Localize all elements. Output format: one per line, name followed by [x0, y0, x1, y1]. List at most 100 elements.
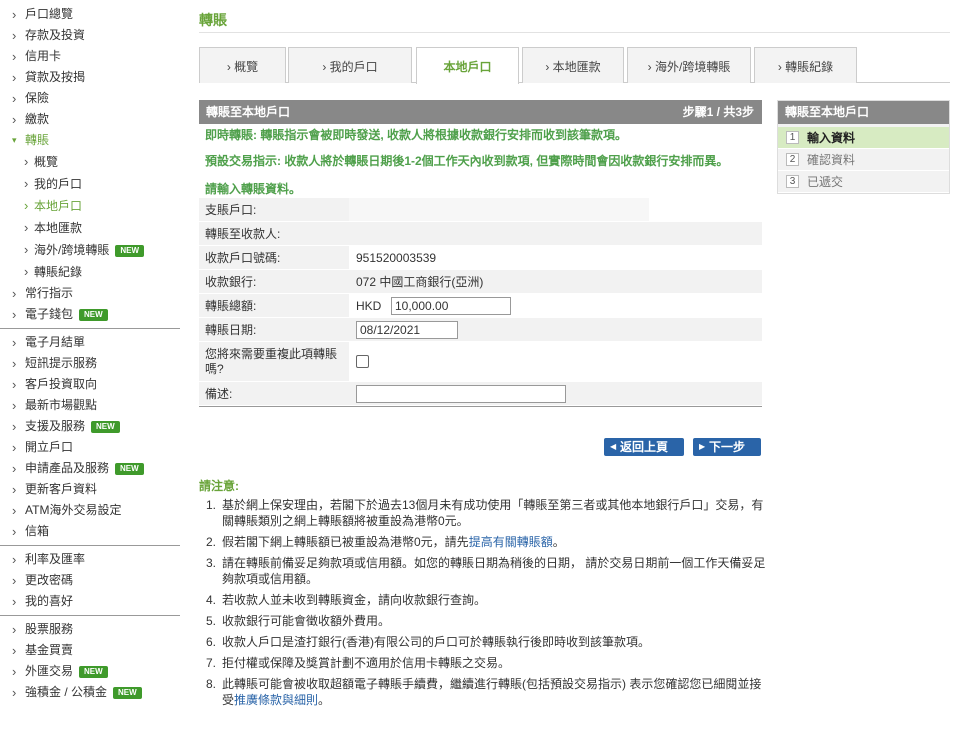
- step-number: 1: [786, 131, 799, 144]
- chevron-right-icon: ›: [12, 49, 17, 64]
- sidebar-item-label: 股票服務: [25, 622, 74, 636]
- sidebar-item[interactable]: › 存款及投資: [0, 25, 180, 46]
- currency-code: HKD: [356, 298, 382, 313]
- sidebar-item[interactable]: ▾ 轉賬: [0, 130, 180, 151]
- sidebar-item[interactable]: › 我的喜好: [0, 591, 180, 612]
- sidebar-item-label: 轉賬紀錄: [34, 265, 83, 279]
- memo-label: 備述:: [199, 382, 349, 405]
- tab-overview[interactable]: › 概覽: [199, 47, 286, 83]
- sidebar-item[interactable]: › 信箱: [0, 521, 180, 542]
- page-title: 轉賬: [199, 12, 227, 28]
- next-button-label: 下一步: [709, 440, 746, 454]
- from-account-row: 支賬戶口:: [199, 198, 762, 222]
- sidebar-subitem[interactable]: › 本地匯款: [0, 217, 180, 239]
- sidebar-item[interactable]: › 最新市場觀點: [0, 395, 180, 416]
- sidebar-item[interactable]: › 常行指示: [0, 283, 180, 304]
- new-badge: NEW: [91, 421, 120, 433]
- bank-value: 072 中國工商銀行(亞洲): [349, 270, 762, 293]
- tab-overseas-transfer[interactable]: › 海外/跨境轉賬: [627, 47, 751, 83]
- sidebar-item-label: 本地戶口: [34, 199, 83, 213]
- back-button[interactable]: ◀ 返回上頁: [604, 438, 684, 456]
- tab-my-accounts[interactable]: › 我的戶口: [288, 47, 412, 83]
- payee-label: 轉賬至收款人:: [199, 222, 349, 245]
- sidebar-item[interactable]: › 保險: [0, 88, 180, 109]
- bank-row: 收款銀行: 072 中國工商銀行(亞洲): [199, 270, 762, 294]
- sidebar-item[interactable]: › 貸款及按揭: [0, 67, 180, 88]
- enter-details-note: 請輸入轉賬資料。: [205, 182, 302, 196]
- sidebar-item[interactable]: › 更改密碼: [0, 570, 180, 591]
- memo-input[interactable]: [356, 384, 566, 403]
- sidebar-subitem[interactable]: › 轉賬紀錄: [0, 261, 180, 283]
- tab-local-remittance[interactable]: › 本地匯款: [522, 47, 624, 83]
- chevron-right-icon: ›: [12, 286, 17, 301]
- sidebar-item[interactable]: › 戶口總覽: [0, 4, 180, 25]
- sidebar-item[interactable]: › 支援及服務 NEW: [0, 416, 180, 437]
- sidebar-item[interactable]: › 強積金 / 公積金 NEW: [0, 682, 180, 703]
- sidebar-item[interactable]: › ATM海外交易設定: [0, 500, 180, 521]
- sidebar-group: › 利率及匯率 › 更改密碼 › 我的喜好: [0, 549, 180, 616]
- sidebar-subitem[interactable]: › 概覽: [0, 151, 180, 173]
- back-button-label: 返回上頁: [620, 440, 669, 454]
- step-number: 2: [786, 153, 799, 166]
- sidebar-item-label: 轉賬: [25, 133, 50, 147]
- repeat-value: [349, 342, 762, 381]
- repeat-checkbox[interactable]: [356, 355, 369, 368]
- sidebar-subitem[interactable]: › 本地戶口: [0, 195, 180, 217]
- sidebar-item[interactable]: › 股票服務: [0, 619, 180, 640]
- payee-value: [349, 222, 762, 245]
- sidebar-item[interactable]: › 信用卡: [0, 46, 180, 67]
- chevron-right-icon: ›: [12, 398, 17, 413]
- note-item: 8. 此轉賬可能會被收取超額電子轉賬手續費，繼續進行轉賬(包括預設交易指示) 表示…: [206, 677, 762, 707]
- sidebar-item[interactable]: › 基金買賣: [0, 640, 180, 661]
- tab-transfer-history[interactable]: › 轉賬紀錄: [754, 47, 857, 83]
- amount-input[interactable]: 10,000.00: [391, 296, 511, 315]
- next-button[interactable]: ▶ 下一步: [693, 438, 761, 456]
- sidebar-item-label: 電子錢包: [25, 307, 74, 321]
- amount-row: 轉賬總額: HKD 10,000.00: [199, 294, 762, 318]
- sidebar-item[interactable]: › 客戶投資取向: [0, 374, 180, 395]
- triangle-right-icon: ▶: [699, 442, 706, 451]
- sidebar-item[interactable]: › 更新客戶資料: [0, 479, 180, 500]
- step-label: 確認資料: [807, 152, 856, 167]
- tab-local-account[interactable]: 本地戶口: [416, 47, 519, 84]
- chevron-right-icon: ›: [12, 573, 17, 588]
- steps-panel: 轉賬至本地戶口 1 輸入資料 2 確認資料 3 已遞交: [777, 100, 950, 194]
- sidebar-subitem[interactable]: › 我的戶口: [0, 173, 180, 195]
- sidebar-item[interactable]: › 短訊提示服務: [0, 353, 180, 374]
- chevron-right-icon: ›: [12, 594, 17, 609]
- sidebar-item[interactable]: › 電子月結單: [0, 332, 180, 353]
- chevron-right-icon: ›: [24, 242, 29, 257]
- steps-panel-title: 轉賬至本地戶口: [778, 101, 949, 124]
- sidebar-item[interactable]: › 利率及匯率: [0, 549, 180, 570]
- sidebar-item-label: 基金買賣: [25, 643, 74, 657]
- title-divider: [199, 32, 950, 33]
- sidebar-item[interactable]: › 外匯交易 NEW: [0, 661, 180, 682]
- step-item-confirm: 2 確認資料: [778, 149, 949, 171]
- sidebar-subitem[interactable]: › 海外/跨境轉賬 NEW: [0, 239, 180, 261]
- chevron-right-icon: ›: [12, 91, 17, 106]
- amount-value: HKD 10,000.00: [349, 294, 762, 317]
- raise-limit-link[interactable]: 提高有關轉賬額: [469, 535, 553, 549]
- transfer-date-input[interactable]: 08/12/2021: [356, 320, 458, 339]
- masked-account-field: [349, 198, 649, 221]
- repeat-label: 您將來需要重複此項轉賬嗎?: [199, 342, 349, 381]
- sidebar-item-label: 存款及投資: [25, 28, 86, 42]
- notes-title: 請注意:: [199, 479, 239, 493]
- sidebar-item[interactable]: › 電子錢包 NEW: [0, 304, 180, 325]
- sidebar-item-label: 最新市場觀點: [25, 398, 98, 412]
- sidebar-item-label: 我的戶口: [34, 177, 83, 191]
- note-item: 7. 拒付權或保障及獎賞計劃不適用於信用卡轉賬之交易。: [206, 656, 511, 670]
- sidebar-item[interactable]: › 申請產品及服務 NEW: [0, 458, 180, 479]
- sidebar-item-label: 我的喜好: [25, 594, 74, 608]
- step-item-submitted: 3 已遞交: [778, 171, 949, 193]
- sidebar-item[interactable]: › 繳款: [0, 109, 180, 130]
- chevron-right-icon: ›: [12, 685, 17, 700]
- sidebar-item-label: 更改密碼: [25, 573, 74, 587]
- sidebar-item-label: 短訊提示服務: [25, 356, 98, 370]
- sidebar-item-label: 申請產品及服務: [25, 461, 110, 475]
- date-value: 08/12/2021: [349, 318, 762, 341]
- sidebar-group: › 戶口總覽 › 存款及投資 › 信用卡 › 貸款及按揭 › 保險 › 繳款 ▾ 轉賬 › 概覽 › 我的戶口 › 本…: [0, 4, 180, 329]
- new-badge: NEW: [115, 245, 145, 257]
- promo-terms-link[interactable]: 推廣條款與細則: [234, 693, 318, 707]
- sidebar-item[interactable]: › 開立戶口: [0, 437, 180, 458]
